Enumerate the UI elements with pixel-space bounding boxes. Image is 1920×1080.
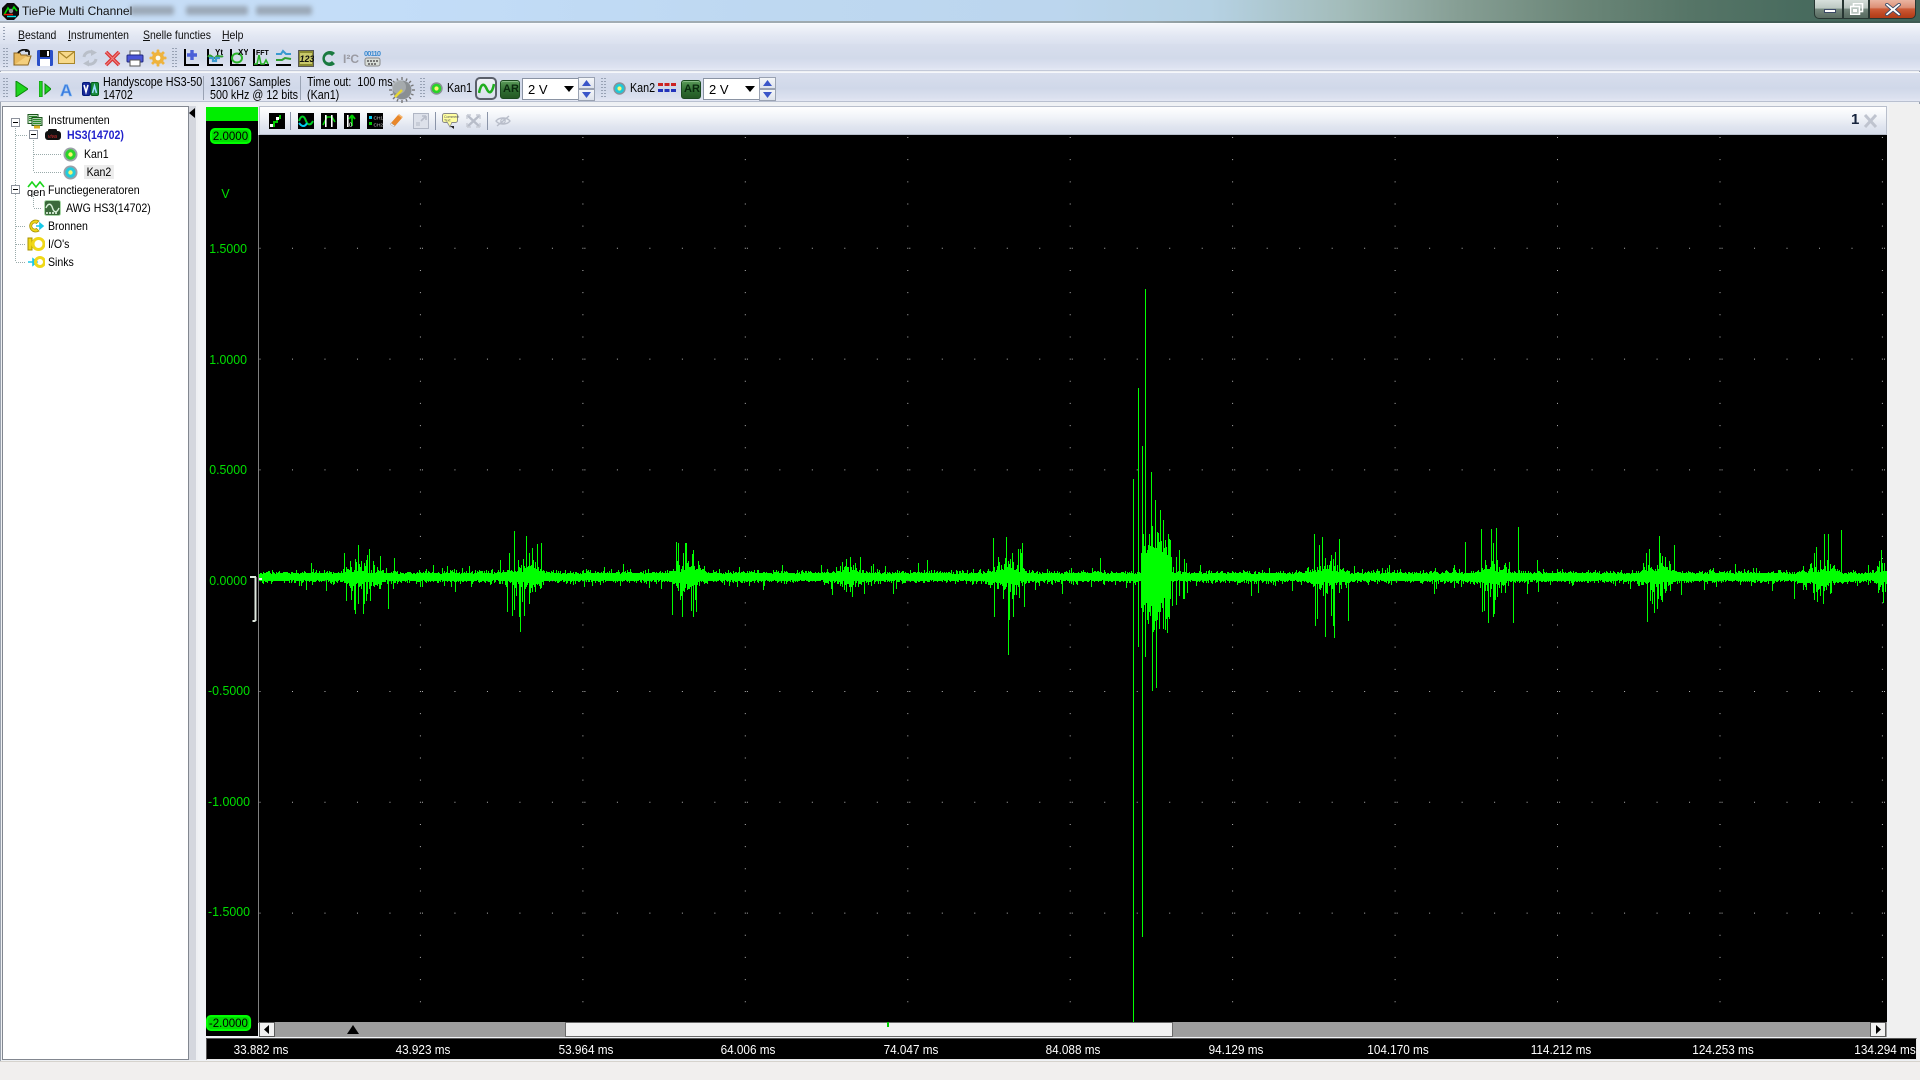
svg-text:123: 123 — [300, 54, 315, 64]
svg-text:I²C: I²C — [343, 52, 359, 66]
svg-text:CH2: CH2 — [374, 123, 384, 129]
svg-text:FFT: FFT — [256, 50, 270, 57]
svg-text:Yt: Yt — [215, 48, 223, 57]
svg-text:A: A — [60, 81, 72, 98]
svg-text:00110: 00110 — [364, 49, 381, 58]
svg-text:viva: viva — [48, 134, 57, 140]
svg-text:XY: XY — [238, 48, 248, 57]
svg-text:Text: Text — [444, 119, 450, 123]
svg-text:CH1: CH1 — [374, 116, 384, 122]
svg-text:gen: gen — [27, 187, 45, 197]
